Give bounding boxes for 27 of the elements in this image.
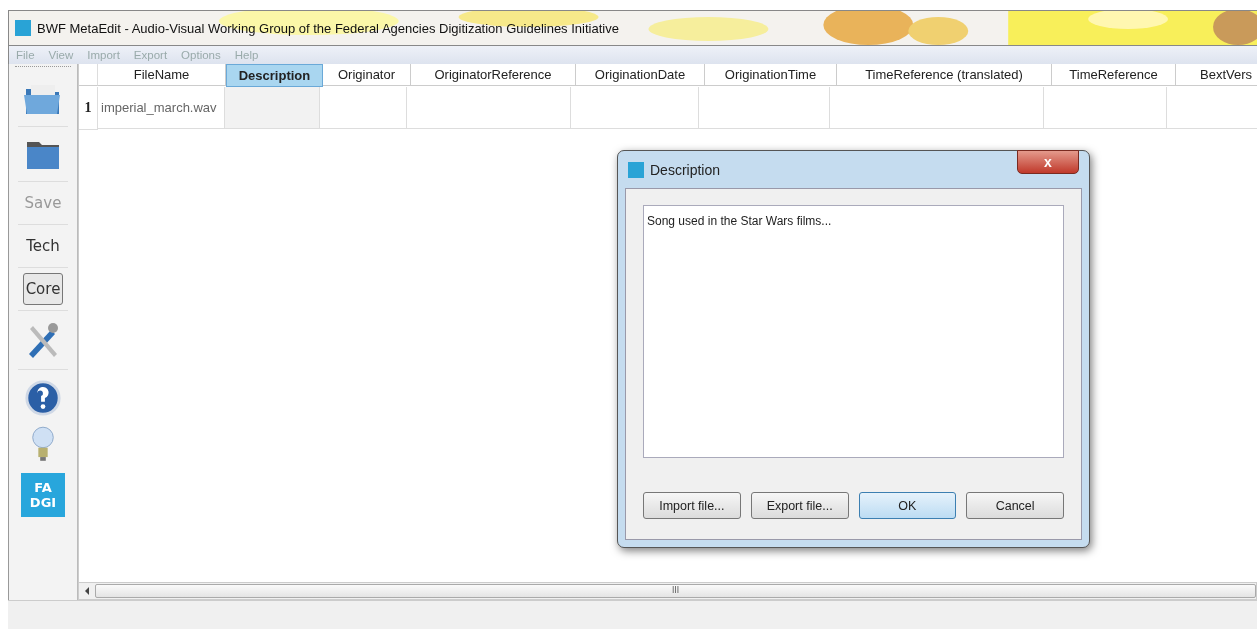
column-header[interactable]: Originator: [323, 64, 411, 86]
toolbar-button[interactable]: Core: [22, 273, 64, 305]
toolbar-button[interactable]: Tech: [23, 230, 63, 262]
table-corner: [79, 64, 98, 86]
dialog-button[interactable]: Export file...: [750, 492, 849, 519]
dialog-button[interactable]: Import file...: [643, 492, 741, 519]
dialog-title: Description: [650, 161, 721, 178]
column-header[interactable]: TimeReference (translated): [837, 64, 1052, 86]
column-header[interactable]: Description: [226, 64, 323, 87]
row-number: 1: [79, 87, 98, 130]
light-bulb-icon[interactable]: [29, 425, 57, 463]
column-header[interactable]: OriginatorReference: [411, 64, 576, 86]
help-icon[interactable]: [24, 379, 62, 417]
description-field[interactable]: Song used in the Star Wars films...: [643, 205, 1064, 458]
scroll-left-icon[interactable]: [85, 587, 89, 595]
column-header[interactable]: OriginationTime: [705, 64, 837, 86]
app-logo-icon: [15, 20, 31, 36]
close-button[interactable]: x: [1017, 150, 1079, 174]
ok-button[interactable]: OK: [858, 492, 957, 519]
app-logo-icon: [628, 161, 644, 178]
window-title: BWF MetaEdit - Audio-Visual Working Group of the Federal Agencies Digitization Guidelines Initiative: [37, 20, 619, 36]
scrollbar-thumb[interactable]: III: [95, 584, 1256, 598]
dialog-button[interactable]: Cancel: [966, 492, 1064, 519]
column-header[interactable]: TimeReference: [1052, 64, 1176, 86]
horizontal-scrollbar[interactable]: III: [78, 582, 1257, 600]
column-header[interactable]: BextVers: [1176, 64, 1257, 86]
column-header[interactable]: OriginationDate: [576, 64, 705, 86]
